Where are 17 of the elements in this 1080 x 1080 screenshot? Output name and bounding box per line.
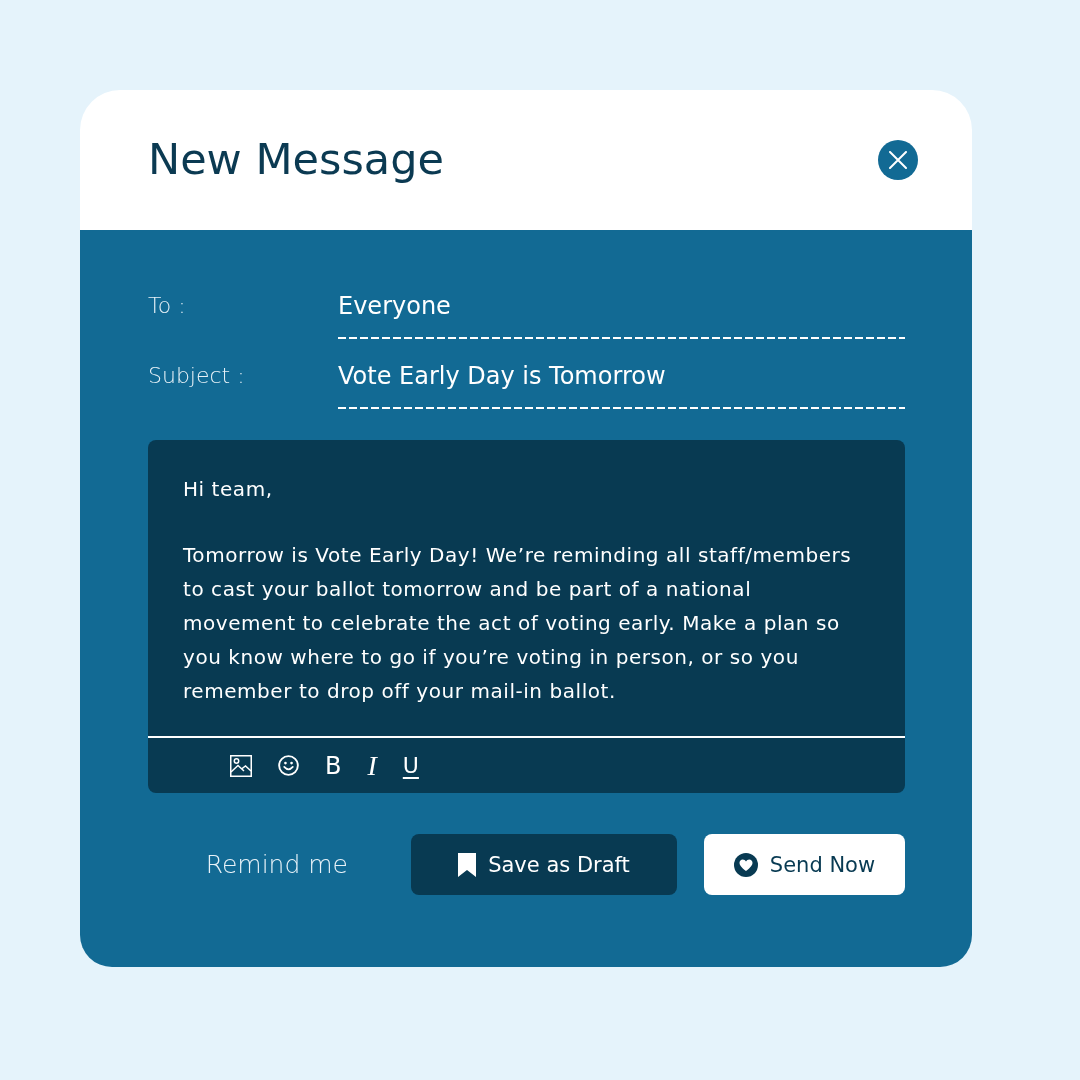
emoji-button[interactable] <box>278 755 299 776</box>
send-now-button[interactable]: Send Now <box>704 834 905 895</box>
window-title: New Message <box>148 134 444 186</box>
save-draft-button[interactable]: Save as Draft <box>411 834 677 895</box>
italic-button[interactable]: I <box>367 751 377 780</box>
field-label: To : <box>148 292 187 320</box>
field-label: Subject : <box>148 362 246 390</box>
image-icon <box>230 754 252 777</box>
underline-button[interactable]: U <box>402 751 419 780</box>
image-button[interactable] <box>230 754 252 777</box>
bold-button[interactable]: B <box>325 751 342 780</box>
bookmark-icon <box>458 852 477 877</box>
close-button[interactable] <box>878 140 918 180</box>
message-field[interactable]: Hi team, Tomorrow is Vote Early Day! We’re reminding all staff/members to cast your ballot tomorrow and be part of a national movement to celebrate the act of voting early. Make a plan so you know where to go if you’re voting in person, or so you remember to drop off your mail-in ballot. <box>148 440 905 736</box>
smiley-icon <box>278 755 299 776</box>
remind-me-button[interactable]: Remind me <box>205 834 348 895</box>
close-icon <box>889 151 907 169</box>
